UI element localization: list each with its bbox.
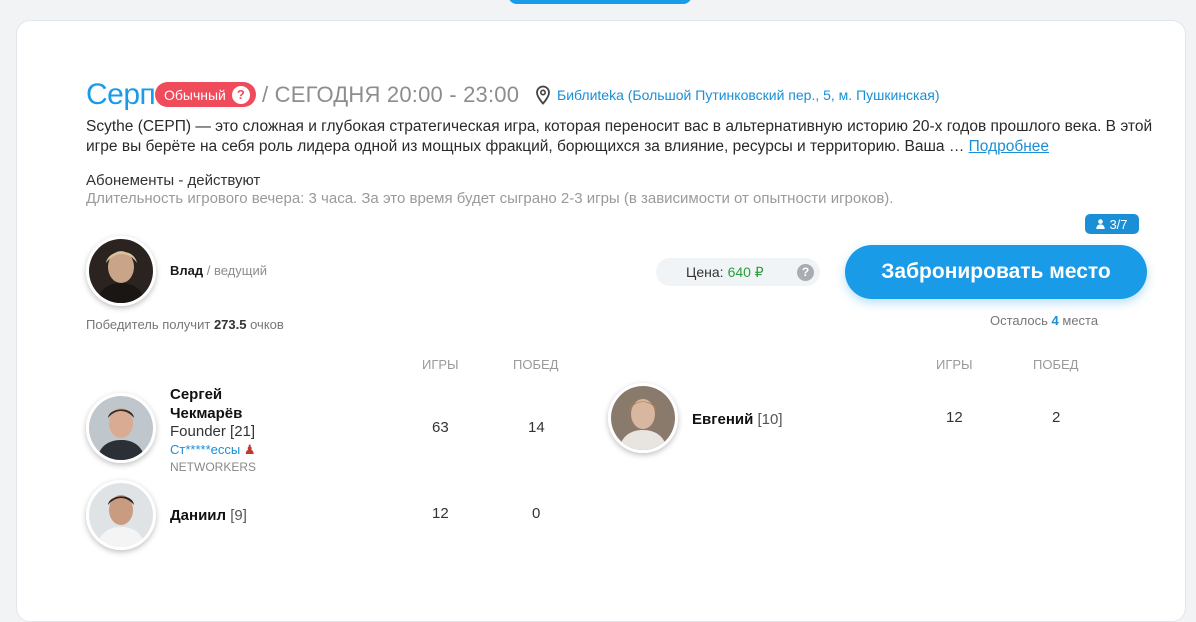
event-datetime: / СЕГОДНЯ 20:00 - 23:00 bbox=[262, 82, 520, 107]
player-games: 12 bbox=[432, 505, 449, 522]
player-name[interactable]: Даниил [9] bbox=[170, 506, 247, 525]
player-group-text: Ст*****ессы bbox=[170, 442, 241, 457]
winner-points: Победитель получит 273.5 очков bbox=[86, 317, 284, 332]
player-games: 12 bbox=[946, 409, 963, 426]
price-box: Цена: 640 ₽ ? bbox=[656, 258, 820, 286]
player-avatar[interactable] bbox=[86, 480, 156, 550]
player-name[interactable]: Сергей Чекмарёв bbox=[170, 385, 242, 423]
games-column-header: ИГРЫ bbox=[936, 357, 973, 372]
player-avatar[interactable] bbox=[86, 393, 156, 463]
help-icon[interactable]: ? bbox=[231, 85, 250, 104]
book-seat-button[interactable]: Забронировать место bbox=[845, 245, 1147, 299]
wins-column-header: ПОБЕД bbox=[1033, 357, 1079, 372]
read-more-link[interactable]: Подробнее bbox=[969, 138, 1049, 155]
price-help-icon[interactable]: ? bbox=[797, 263, 814, 281]
player-count: 3/7 bbox=[1109, 216, 1128, 232]
player-wins: 0 bbox=[532, 505, 541, 522]
host-role: / ведущий bbox=[203, 263, 267, 278]
event-location-link[interactable]: Библиtеka (Большой Путинковский пер., 5,… bbox=[557, 87, 940, 103]
event-title[interactable]: Серп bbox=[86, 78, 156, 112]
event-type-label: Обычный bbox=[164, 86, 226, 103]
host-avatar[interactable] bbox=[86, 236, 156, 306]
host-name[interactable]: Влад / ведущий bbox=[170, 263, 267, 278]
remaining-count: 4 bbox=[1051, 313, 1059, 328]
player-group-link[interactable]: Ст*****ессы ♟ bbox=[170, 442, 256, 458]
player-avatar[interactable] bbox=[608, 383, 678, 453]
seats-remaining: Осталось 4 места bbox=[990, 313, 1098, 328]
player-first-name: Сергей bbox=[170, 386, 223, 403]
winner-prefix: Победитель получит bbox=[86, 317, 211, 332]
winner-suffix: очков bbox=[250, 317, 284, 332]
player-wins: 14 bbox=[528, 419, 545, 436]
remaining-suffix: места bbox=[1062, 313, 1099, 328]
games-column-header: ИГРЫ bbox=[422, 357, 459, 372]
wins-column-header: ПОБЕД bbox=[513, 357, 559, 372]
duration-note: Длительность игрового вечера: 3 часа. За… bbox=[86, 190, 894, 207]
winner-points-value: 273.5 bbox=[213, 317, 247, 332]
player-wins: 2 bbox=[1052, 409, 1061, 426]
player-games: 63 bbox=[432, 419, 449, 436]
location-pin-icon bbox=[536, 85, 550, 105]
top-tab-pill[interactable] bbox=[508, 0, 692, 4]
player-rank: [10] bbox=[757, 411, 783, 428]
player-name-text: Даниил bbox=[170, 507, 227, 524]
host-name-text: Влад bbox=[170, 263, 204, 278]
player-rank: [9] bbox=[230, 507, 247, 524]
event-type-badge[interactable]: Обычный ? bbox=[155, 82, 256, 107]
event-description: Scythe (СЕРП) — это сложная и глубокая с… bbox=[86, 117, 1166, 157]
subscriptions-note: Абонементы - действуют bbox=[86, 172, 261, 189]
player-team: NETWORKERS bbox=[170, 460, 257, 474]
player-role: Founder [21] bbox=[170, 423, 256, 440]
remaining-prefix: Осталось bbox=[990, 313, 1048, 328]
player-name-text: Евгений bbox=[692, 411, 754, 428]
player-name[interactable]: Евгений [10] bbox=[692, 410, 783, 429]
player-count-badge: 3/7 bbox=[1085, 214, 1139, 234]
user-icon bbox=[1096, 219, 1106, 229]
price-value: 640 ₽ bbox=[727, 263, 764, 280]
player-last-name: Чекмарёв bbox=[170, 405, 243, 422]
price-label: Цена: bbox=[686, 264, 724, 280]
pawn-icon: ♟ bbox=[243, 442, 256, 457]
